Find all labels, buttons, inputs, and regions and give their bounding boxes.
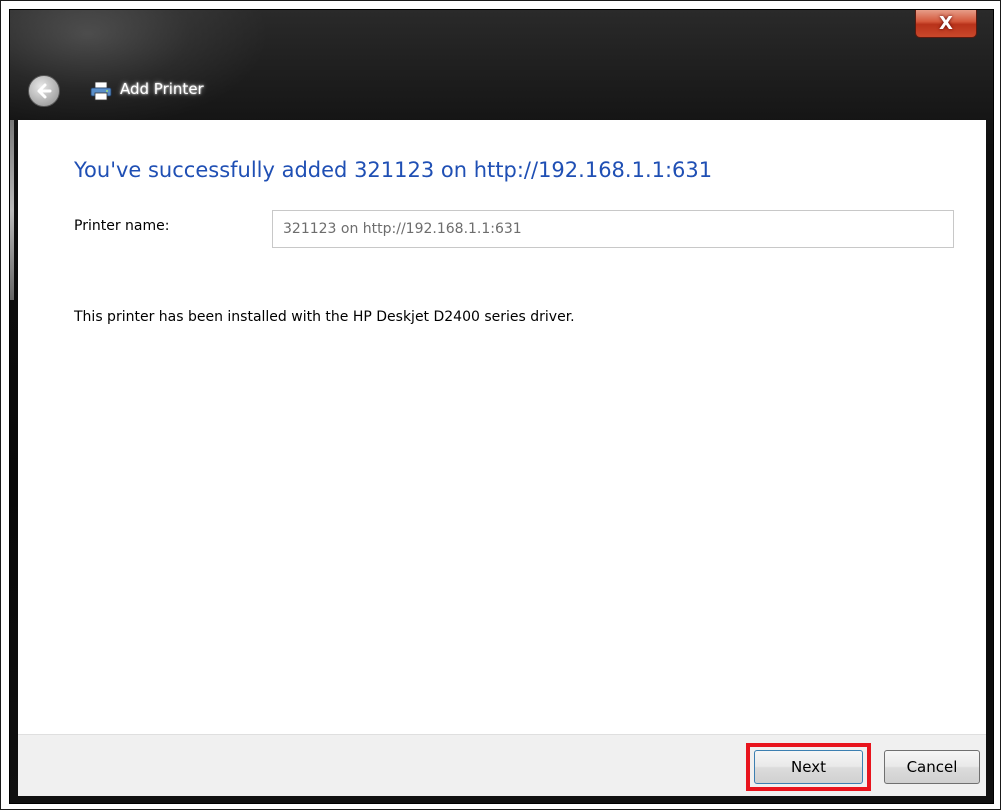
- wizard-footer: Next Cancel: [18, 734, 986, 796]
- printer-icon: [90, 81, 112, 101]
- window-edge-highlight: [10, 120, 14, 300]
- wizard-content: You've successfully added 321123 on http…: [18, 120, 986, 734]
- add-printer-window: X Add Printer You've successfully added …: [9, 9, 994, 804]
- next-button[interactable]: Next: [754, 750, 863, 784]
- back-arrow-icon: [37, 83, 52, 99]
- page-heading: You've successfully added 321123 on http…: [74, 158, 713, 182]
- window-title: Add Printer: [120, 80, 204, 98]
- close-icon: X: [939, 12, 953, 34]
- cancel-button[interactable]: Cancel: [884, 750, 980, 784]
- screenshot-frame: X Add Printer You've successfully added …: [0, 0, 1001, 810]
- driver-info-text: This printer has been installed with the…: [74, 309, 575, 325]
- close-button[interactable]: X: [915, 10, 977, 38]
- printer-name-field[interactable]: [272, 210, 954, 248]
- back-button[interactable]: [28, 75, 60, 107]
- printer-name-label: Printer name:: [74, 218, 170, 234]
